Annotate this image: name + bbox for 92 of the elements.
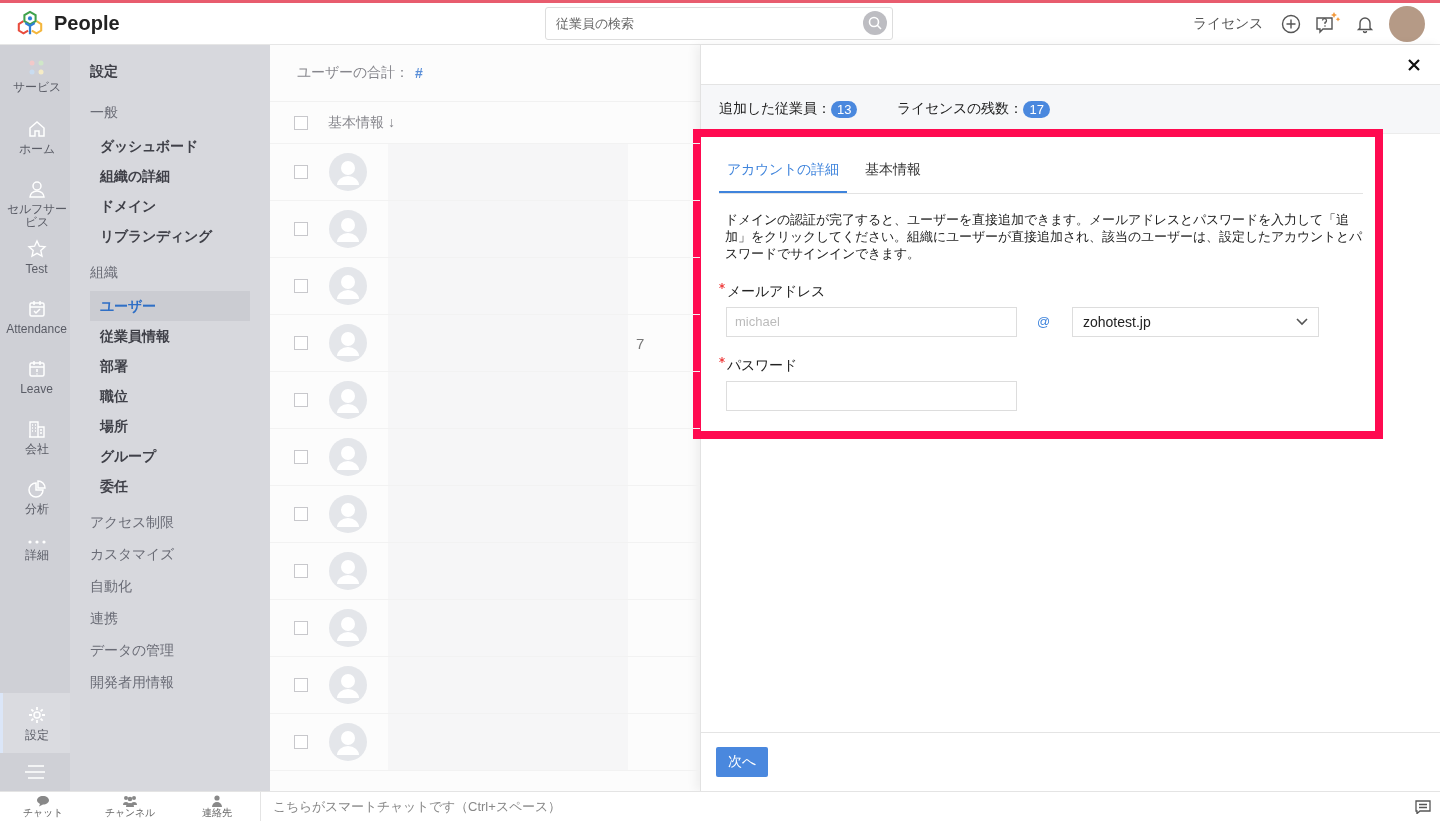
avatar-placeholder-icon bbox=[328, 437, 368, 477]
checkbox[interactable] bbox=[294, 621, 308, 635]
bottom-bar-item[interactable]: チャンネル bbox=[86, 792, 174, 821]
rail-item[interactable]: 会社 bbox=[0, 417, 70, 477]
avatar-placeholder-icon bbox=[328, 266, 368, 306]
bottom-bar-item[interactable]: チャット bbox=[0, 792, 87, 821]
star-icon bbox=[26, 239, 47, 259]
pie-chart-icon bbox=[26, 479, 47, 499]
nav-section-heading: 組織 bbox=[90, 263, 119, 282]
next-button[interactable]: 次へ bbox=[716, 747, 768, 777]
group-icon bbox=[122, 795, 138, 807]
nav-title: 設定 bbox=[90, 63, 119, 81]
search-field[interactable]: 従業員の検索 bbox=[545, 7, 893, 40]
rail-item[interactable]: 設定 bbox=[0, 693, 70, 753]
avatar-placeholder-icon bbox=[328, 323, 368, 363]
column-header[interactable]: 基本情報 ↓ bbox=[328, 113, 395, 132]
tab[interactable]: 基本情報 bbox=[857, 149, 929, 193]
settings-icon bbox=[26, 704, 47, 725]
avatar-placeholder-icon bbox=[328, 209, 368, 249]
tab[interactable]: アカウントの詳細 bbox=[719, 149, 847, 193]
checkbox[interactable] bbox=[294, 450, 308, 464]
nav-item[interactable]: 組織の詳細 bbox=[90, 161, 250, 191]
avatar-placeholder-icon bbox=[328, 494, 368, 534]
chevron-down-icon bbox=[1296, 317, 1308, 326]
rail-item[interactable]: サービス bbox=[0, 57, 70, 117]
nav-item[interactable]: 職位 bbox=[90, 381, 250, 411]
checkbox[interactable] bbox=[294, 393, 308, 407]
checkbox[interactable] bbox=[294, 735, 308, 749]
search-icon[interactable] bbox=[863, 11, 887, 35]
rail-item[interactable]: セルフサービス bbox=[0, 177, 70, 237]
avatar-placeholder-icon bbox=[328, 665, 368, 705]
license-link[interactable]: ライセンス bbox=[1193, 14, 1263, 33]
added-label: 追加した従業員： bbox=[719, 100, 831, 118]
email-field[interactable]: michael bbox=[726, 306, 1017, 337]
table-cell: 7 bbox=[636, 334, 645, 352]
home-icon bbox=[26, 119, 47, 139]
more-icon bbox=[26, 539, 47, 545]
avatar-placeholder-icon bbox=[328, 551, 368, 591]
nav-item[interactable]: ユーザー bbox=[90, 291, 250, 321]
building-icon bbox=[26, 419, 47, 439]
message-icon[interactable] bbox=[1415, 799, 1431, 814]
checkbox[interactable] bbox=[294, 115, 308, 130]
nav-item[interactable]: リブランディング bbox=[90, 221, 250, 251]
checkbox[interactable] bbox=[294, 507, 308, 521]
nav-item[interactable]: 委任 bbox=[90, 471, 250, 501]
password-field[interactable] bbox=[726, 380, 1017, 411]
avatar-placeholder-icon bbox=[328, 722, 368, 762]
avatar[interactable] bbox=[1389, 5, 1425, 42]
person-icon bbox=[210, 795, 223, 807]
checkbox[interactable] bbox=[294, 165, 308, 179]
total-label: ユーザーの合計： bbox=[297, 64, 409, 82]
checkbox[interactable] bbox=[294, 336, 308, 350]
rail-item[interactable]: Test bbox=[0, 237, 70, 297]
app-name: People bbox=[54, 12, 120, 35]
domain-dropdown[interactable]: zohotest.jp bbox=[1072, 306, 1319, 337]
rail-item[interactable]: Attendance bbox=[0, 297, 70, 357]
menu-icon[interactable] bbox=[24, 765, 46, 779]
person-icon bbox=[26, 179, 47, 199]
help-icon[interactable] bbox=[1315, 11, 1341, 36]
count-badge: 17 bbox=[1023, 100, 1050, 118]
avatar-placeholder-icon bbox=[328, 380, 368, 420]
remaining-label: ライセンスの残数： bbox=[897, 100, 1024, 118]
nav-item[interactable]: 場所 bbox=[90, 411, 250, 441]
nav-item[interactable]: ドメイン bbox=[90, 191, 250, 221]
nav-item[interactable]: ダッシュボード bbox=[90, 131, 250, 161]
nav-item[interactable]: グループ bbox=[90, 441, 250, 471]
rail-item[interactable]: ホーム bbox=[0, 117, 70, 177]
avatar-placeholder-icon bbox=[328, 608, 368, 648]
bottom-bar-item[interactable]: 連絡先 bbox=[173, 792, 260, 821]
field-label: メールアドレス bbox=[727, 282, 825, 301]
checkbox[interactable] bbox=[294, 678, 308, 692]
calendar-check-icon bbox=[26, 299, 47, 319]
field-label: パスワード bbox=[727, 356, 797, 375]
speech-bubble-icon bbox=[36, 795, 51, 807]
count-badge: 13 bbox=[831, 100, 858, 118]
add-icon[interactable] bbox=[1281, 13, 1301, 34]
rail-item[interactable]: 分析 bbox=[0, 477, 70, 537]
total-value: # bbox=[415, 65, 423, 81]
rail-item[interactable]: Leave bbox=[0, 357, 70, 417]
description-text: ドメインの認証が完了すると、ユーザーを直接追加できます。メールアドレスとパスワードを入力して「追加」をクリックしてください。組織にユーザーが直接追加され、該当のユーザーは、設定したアカウントとパスワードでサインインできます。 bbox=[725, 212, 1363, 263]
checkbox[interactable] bbox=[294, 222, 308, 236]
close-icon[interactable] bbox=[1408, 58, 1420, 71]
nav-item[interactable]: 従業員情報 bbox=[90, 321, 250, 351]
nav-item[interactable]: 部署 bbox=[90, 351, 250, 381]
nav-section-heading: 一般 bbox=[90, 103, 119, 122]
apps-icon bbox=[27, 59, 46, 77]
rail-item[interactable]: 詳細 bbox=[0, 537, 70, 597]
calendar-icon bbox=[26, 359, 47, 379]
checkbox[interactable] bbox=[294, 564, 308, 578]
avatar-placeholder-icon bbox=[328, 152, 368, 192]
checkbox[interactable] bbox=[294, 279, 308, 293]
at-sign: @ bbox=[1037, 314, 1052, 330]
